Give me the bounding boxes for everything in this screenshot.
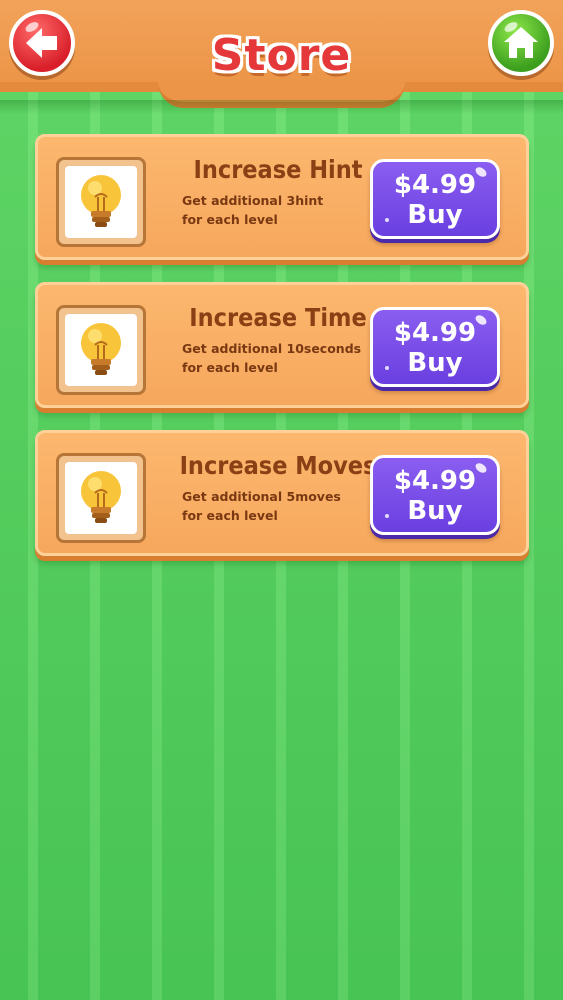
lightbulb-icon [81,471,121,523]
buy-button[interactable]: $4.99 Buy [370,307,500,387]
lightbulb-icon [81,175,121,227]
price-label: $4.99 [393,466,477,496]
price-label: $4.99 [393,318,477,348]
item-title: Increase Hint [193,155,363,184]
buy-label: Buy [407,200,463,230]
buy-label: Buy [407,348,463,378]
item-description: Get additional 10seconds for each level [182,339,382,377]
lightbulb-icon [81,323,121,375]
item-desc-line1: Get additional 3hint [182,193,324,208]
item-desc-line1: Get additional 5moves [182,489,341,504]
buy-button[interactable]: $4.99 Buy [370,455,500,535]
item-desc-line2: for each level [182,360,278,375]
item-description: Get additional 5moves for each level [182,487,382,525]
store-item-time: Increase Time Get additional 10seconds f… [35,282,529,408]
home-button[interactable] [488,10,554,76]
price-label: $4.99 [393,170,477,200]
item-desc-line2: for each level [182,212,278,227]
buy-button[interactable]: $4.99 Buy [370,159,500,239]
icon-inner [65,314,137,386]
item-title: Increase Moves [179,451,377,480]
item-title: Increase Time [189,303,367,332]
icon-inner [65,166,137,238]
store-item-moves: Increase Moves Get additional 5moves for… [35,430,529,556]
item-description: Get additional 3hint for each level [182,191,382,229]
buy-label: Buy [407,496,463,526]
icon-inner [65,462,137,534]
store-item-hint: Increase Hint Get additional 3hint for e… [35,134,529,260]
header: Store [0,0,563,114]
item-icon-frame [56,305,146,395]
page-title: Store [211,30,352,81]
item-icon-frame [56,453,146,543]
header-shadow [0,100,563,114]
item-desc-line1: Get additional 10seconds [182,341,362,356]
item-desc-line2: for each level [182,508,278,523]
item-icon-frame [56,157,146,247]
